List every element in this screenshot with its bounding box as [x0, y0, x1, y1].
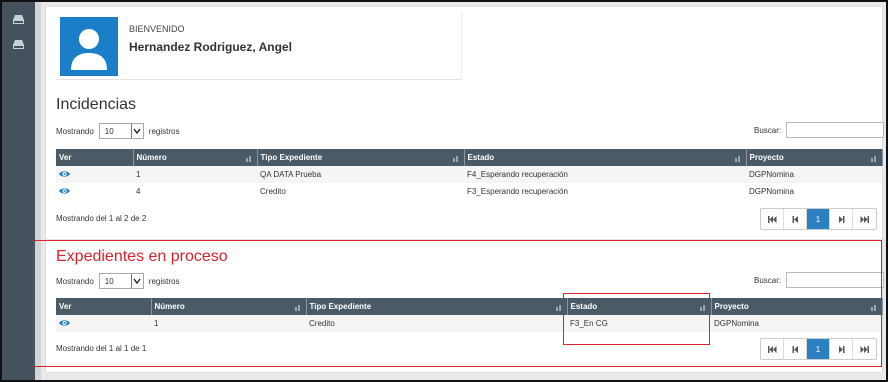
- view-cell: [56, 166, 133, 183]
- column-header-ver[interactable]: Ver: [56, 149, 134, 166]
- column-header-numero[interactable]: Número: [133, 149, 258, 166]
- last-page-button[interactable]: [853, 209, 876, 229]
- first-page-icon: [767, 215, 776, 223]
- sort-icon: [870, 154, 878, 162]
- user-icon: [71, 29, 107, 70]
- search-input[interactable]: [786, 122, 885, 138]
- next-page-button[interactable]: [830, 209, 853, 229]
- column-header-tipo[interactable]: Tipo Expediente: [257, 149, 465, 166]
- incidencias-title: Incidencias: [56, 96, 137, 113]
- first-page-button[interactable]: [761, 209, 784, 229]
- table-row: 4 Credito F3_Esperando recuperación DGPN…: [56, 183, 882, 200]
- tipo-cell: QA DATA Prueba: [257, 166, 464, 183]
- expedientes-highlight-box: [33, 240, 882, 367]
- sort-icon: [245, 154, 253, 162]
- view-cell: [56, 183, 133, 200]
- table-header-row: Ver Número Tipo Expediente Estado Proyec…: [56, 149, 883, 166]
- proyecto-cell: DGPNomina: [746, 183, 882, 200]
- drive-icon[interactable]: [13, 15, 24, 24]
- drive-icon[interactable]: [13, 40, 24, 49]
- prev-page-button[interactable]: [784, 209, 807, 229]
- incidencias-info: Mostrando del 1 al 2 de 2: [56, 214, 147, 223]
- numero-cell: 4: [133, 183, 257, 200]
- incidencias-table: Ver Número Tipo Expediente Estado Proyec…: [56, 149, 883, 200]
- length-suffix: registros: [148, 126, 180, 136]
- avatar: [60, 17, 118, 76]
- prev-page-icon: [792, 215, 798, 223]
- estado-cell: F3_Esperando recuperación: [464, 183, 746, 200]
- search-label: Buscar:: [754, 125, 782, 135]
- next-page-icon: [838, 215, 844, 223]
- eye-icon[interactable]: [59, 170, 70, 178]
- length-prefix: Mostrando: [56, 126, 94, 136]
- tipo-cell: Credito: [257, 183, 464, 200]
- page-length-value: 10: [104, 126, 114, 136]
- app-window: BIENVENIDO Hernandez Rodriguez, Angel In…: [0, 0, 888, 382]
- welcome-label: BIENVENIDO: [129, 24, 185, 34]
- estado-cell: F4_Esperando recuperación: [464, 166, 746, 183]
- sort-icon: [452, 154, 460, 162]
- page-length-select[interactable]: 10: [98, 123, 144, 139]
- column-header-proyecto[interactable]: Proyecto: [746, 149, 883, 166]
- proyecto-cell: DGPNomina: [746, 166, 882, 183]
- user-name: Hernandez Rodriguez, Angel: [129, 40, 292, 54]
- incidencias-length-control: Mostrando 10 registros: [56, 123, 179, 139]
- estado-highlight-box: [563, 293, 710, 345]
- chevron-down-icon: [130, 124, 143, 138]
- sidebar: [2, 2, 35, 380]
- incidencias-pagination: 1: [760, 208, 877, 230]
- page-button[interactable]: 1: [807, 209, 830, 229]
- last-page-icon: [860, 215, 869, 223]
- welcome-card: BIENVENIDO Hernandez Rodriguez, Angel: [56, 12, 462, 80]
- main-content: BIENVENIDO Hernandez Rodriguez, Angel In…: [33, 2, 886, 380]
- sort-icon: [734, 154, 742, 162]
- table-row: 1 QA DATA Prueba F4_Esperando recuperaci…: [56, 166, 882, 183]
- main-panel: BIENVENIDO Hernandez Rodriguez, Angel In…: [33, 6, 885, 373]
- incidencias-search: Buscar:: [754, 122, 885, 138]
- column-header-estado[interactable]: Estado: [464, 149, 747, 166]
- numero-cell: 1: [133, 166, 257, 183]
- eye-icon[interactable]: [59, 187, 70, 195]
